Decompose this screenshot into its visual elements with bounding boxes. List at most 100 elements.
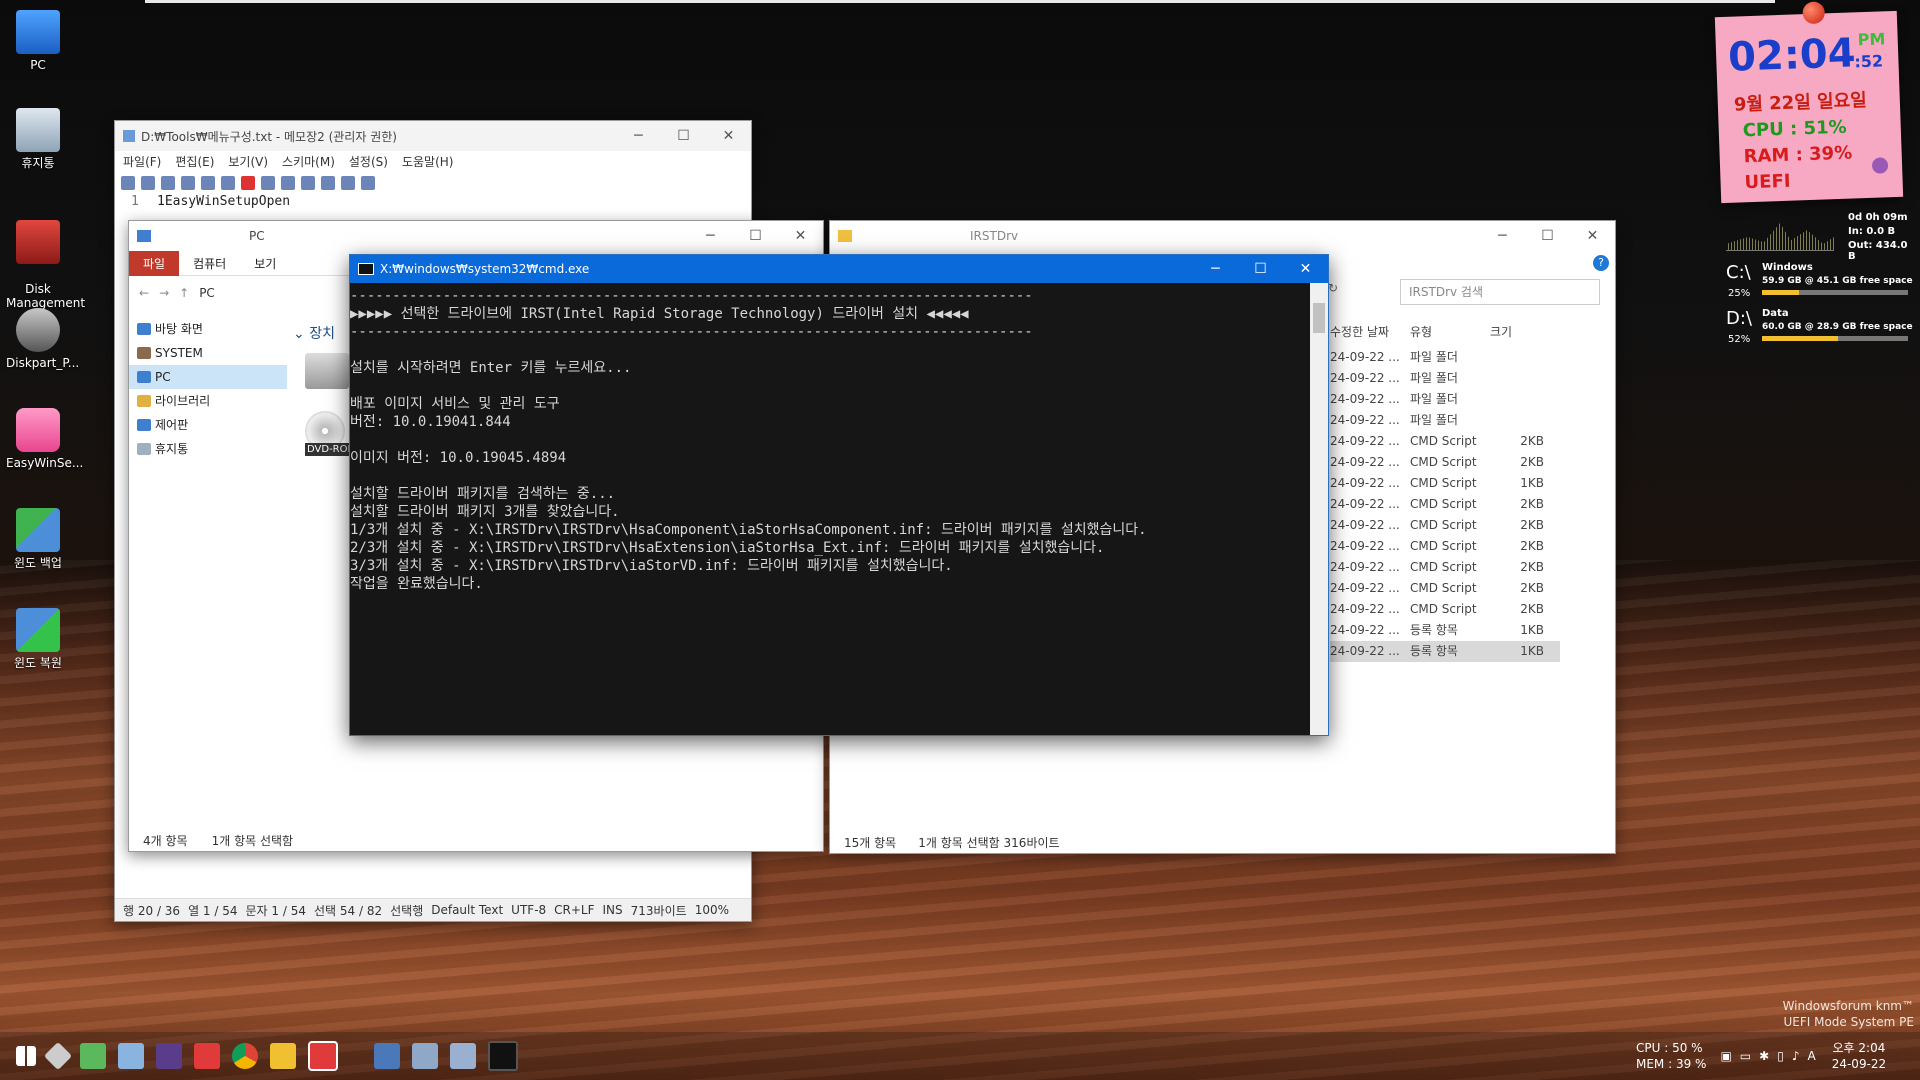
- zoom-out-icon[interactable]: [361, 176, 375, 190]
- table-row[interactable]: 24-09-22 ... 파일 폴더: [1330, 347, 1560, 368]
- zoom-in-icon[interactable]: [341, 176, 355, 190]
- chrome-icon[interactable]: [232, 1043, 258, 1069]
- tab-file[interactable]: 파일: [129, 250, 180, 276]
- tree-item-system[interactable]: SYSTEM: [129, 341, 287, 365]
- cut-icon[interactable]: [221, 176, 235, 190]
- scrollbar[interactable]: [1310, 283, 1328, 735]
- up-icon[interactable]: ↑: [179, 286, 189, 300]
- paste-icon[interactable]: [281, 176, 295, 190]
- maximize-button[interactable]: ☐: [1525, 228, 1570, 244]
- delete-icon[interactable]: [241, 176, 255, 190]
- menu-schema[interactable]: 스키마(M): [282, 153, 335, 170]
- table-row[interactable]: 24-09-22 ... CMD Script 2KB: [1330, 452, 1560, 473]
- network-icon[interactable]: ▣: [1720, 1049, 1731, 1063]
- address-bar[interactable]: PC: [199, 286, 215, 300]
- drive-icon[interactable]: [305, 353, 349, 389]
- close-button[interactable]: ✕: [1283, 261, 1328, 277]
- battery-icon[interactable]: ▯: [1777, 1049, 1784, 1063]
- desktop-icon-easywinsetup[interactable]: EasyWinSe...: [6, 408, 83, 470]
- ime-indicator[interactable]: A: [1807, 1049, 1815, 1063]
- menu-view[interactable]: 보기(V): [228, 153, 268, 170]
- desktop-icon-disk-management[interactable]: Disk Management: [6, 206, 85, 310]
- table-row[interactable]: 24-09-22 ... CMD Script 2KB: [1330, 494, 1560, 515]
- tree-item-recycle-bin[interactable]: 휴지통: [129, 437, 287, 461]
- desktop-icon-restore[interactable]: 윈도 복원: [6, 608, 70, 670]
- table-row[interactable]: 24-09-22 ... CMD Script 1KB: [1330, 473, 1560, 494]
- tab-computer[interactable]: 컴퓨터: [179, 251, 240, 276]
- minimize-button[interactable]: ─: [1193, 261, 1238, 277]
- maximize-button[interactable]: ☐: [1238, 261, 1283, 277]
- media-icon[interactable]: [156, 1043, 182, 1069]
- partition-icon[interactable]: [80, 1043, 106, 1069]
- menu-settings[interactable]: 설정(S): [349, 153, 388, 170]
- desktop-icon-pc[interactable]: PC: [6, 10, 70, 72]
- table-row[interactable]: 24-09-22 ... 파일 폴더: [1330, 368, 1560, 389]
- start-icon[interactable]: [16, 1046, 36, 1066]
- tree-item-desktop[interactable]: 바탕 화면: [129, 317, 287, 341]
- desktop-icon-diskpart[interactable]: Diskpart_P...: [6, 308, 79, 370]
- table-row[interactable]: 24-09-22 ... CMD Script 2KB: [1330, 431, 1560, 452]
- cmd-task-icon[interactable]: [488, 1041, 518, 1071]
- desktop-icon-backup[interactable]: 윈도 백업: [6, 508, 70, 570]
- find-icon[interactable]: [301, 176, 315, 190]
- table-row[interactable]: 24-09-22 ... CMD Script 2KB: [1330, 557, 1560, 578]
- devices-group-header[interactable]: ⌄ 장치: [293, 323, 335, 343]
- folder-icon[interactable]: [270, 1043, 296, 1069]
- power-icon[interactable]: [308, 1041, 338, 1071]
- table-row[interactable]: 24-09-22 ... 파일 폴더: [1330, 389, 1560, 410]
- column-date[interactable]: 수정한 날짜: [1330, 323, 1410, 340]
- tree-item-pc[interactable]: PC: [129, 365, 287, 389]
- table-row[interactable]: 24-09-22 ... 등록 항목 1KB: [1330, 620, 1560, 641]
- tray-clock[interactable]: 오후 2:04 24-09-22: [1832, 1040, 1886, 1072]
- anydesk-icon[interactable]: [194, 1043, 220, 1069]
- notepad-icon[interactable]: [118, 1043, 144, 1069]
- maximize-button[interactable]: ☐: [733, 228, 778, 244]
- cmd-titlebar[interactable]: X:₩windows₩system32₩cmd.exe ─ ☐ ✕: [350, 255, 1328, 283]
- undo-icon[interactable]: [181, 176, 195, 190]
- menu-help[interactable]: 도움말(H): [402, 153, 454, 170]
- desktop-icon-recycle-bin[interactable]: 휴지통: [6, 108, 70, 170]
- close-button[interactable]: ✕: [706, 128, 751, 144]
- settings-icon[interactable]: [1871, 157, 1889, 174]
- table-row[interactable]: 24-09-22 ... CMD Script 2KB: [1330, 599, 1560, 620]
- forward-icon[interactable]: →: [159, 286, 169, 300]
- maximize-button[interactable]: ☐: [661, 128, 706, 144]
- tool-icon[interactable]: [43, 1041, 73, 1071]
- window-task-icon[interactable]: [450, 1043, 476, 1069]
- scroll-thumb[interactable]: [1313, 303, 1325, 333]
- menu-edit[interactable]: 편집(E): [175, 153, 214, 170]
- editor-area[interactable]: 1 1EasyWinSetupOpen: [115, 194, 751, 218]
- table-row[interactable]: 24-09-22 ... 파일 폴더: [1330, 410, 1560, 431]
- replace-icon[interactable]: [321, 176, 335, 190]
- back-icon[interactable]: ←: [139, 286, 149, 300]
- tab-view[interactable]: 보기: [240, 251, 290, 276]
- open-icon[interactable]: [141, 176, 155, 190]
- column-size[interactable]: 크기: [1490, 323, 1550, 340]
- menu-file[interactable]: 파일(F): [123, 153, 161, 170]
- display-icon[interactable]: ▭: [1740, 1049, 1751, 1063]
- close-button[interactable]: ✕: [778, 228, 823, 244]
- column-type[interactable]: 유형: [1410, 323, 1490, 340]
- table-row[interactable]: 24-09-22 ... 등록 항목 1KB: [1330, 641, 1560, 662]
- redo-icon[interactable]: [201, 176, 215, 190]
- refresh-icon[interactable]: ↻: [1328, 281, 1338, 295]
- bluetooth-icon[interactable]: ✱: [1759, 1049, 1769, 1063]
- notepad-titlebar[interactable]: D:₩Tools₩메뉴구성.txt - 메모장2 (관리자 권한) ─ ☐ ✕: [115, 121, 751, 151]
- explorer-task-icon[interactable]: [374, 1043, 400, 1069]
- save-icon[interactable]: [161, 176, 175, 190]
- copy-icon[interactable]: [261, 176, 275, 190]
- volume-icon[interactable]: ♪: [1792, 1049, 1800, 1063]
- minimize-button[interactable]: ─: [616, 128, 661, 144]
- explorer-pc-titlebar[interactable]: PC ─ ☐ ✕: [129, 221, 823, 251]
- tree-item-control-panel[interactable]: 제어판: [129, 413, 287, 437]
- tree-item-libraries[interactable]: 라이브러리: [129, 389, 287, 413]
- explorer-irst-titlebar[interactable]: IRSTDrv ─ ☐ ✕: [830, 221, 1615, 251]
- table-row[interactable]: 24-09-22 ... CMD Script 2KB: [1330, 536, 1560, 557]
- minimize-button[interactable]: ─: [1480, 228, 1525, 244]
- help-icon[interactable]: ?: [1593, 255, 1609, 271]
- notepad-task-icon[interactable]: [412, 1043, 438, 1069]
- new-icon[interactable]: [121, 176, 135, 190]
- close-button[interactable]: ✕: [1570, 228, 1615, 244]
- search-input[interactable]: IRSTDrv 검색: [1400, 279, 1600, 305]
- minimize-button[interactable]: ─: [688, 228, 733, 244]
